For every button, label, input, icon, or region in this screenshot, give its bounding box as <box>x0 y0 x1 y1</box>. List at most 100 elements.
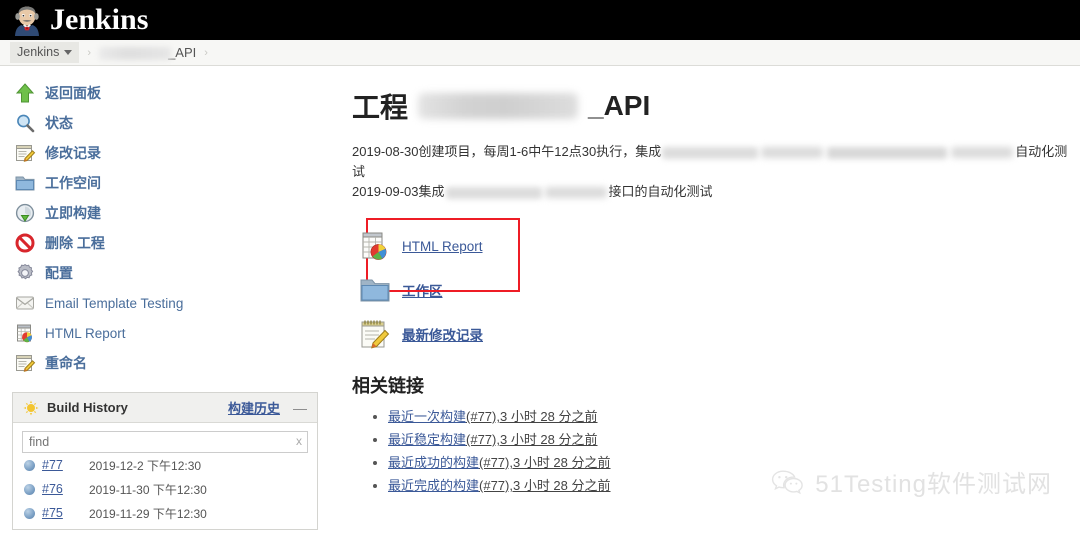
related-link[interactable]: 最近成功的构建 <box>388 455 479 470</box>
related-link[interactable]: 最近完成的构建 <box>388 478 479 493</box>
page-title-suffix: _API <box>588 90 651 121</box>
sidebar-item-label: 状态 <box>45 115 73 131</box>
build-history-header: Build History 构建历史 — <box>13 393 317 423</box>
sidebar-item-label: 立即构建 <box>45 205 101 221</box>
build-date: 2019-12-2 下午12:30 <box>89 458 202 473</box>
page-title-prefix: 工程 <box>352 92 409 123</box>
build-status-ball-icon <box>24 483 35 495</box>
build-number-link[interactable]: #77 <box>42 458 82 472</box>
html-report-icon <box>358 229 392 263</box>
sidebar-item-build-now[interactable]: 立即构建 <box>0 198 330 228</box>
redacted-project-name <box>99 47 172 61</box>
sidebar-item-status[interactable]: 状态 <box>0 108 330 138</box>
action-recent-changes[interactable]: 最新修改记录 <box>358 312 1080 356</box>
sidebar-item-label: 重命名 <box>45 355 87 371</box>
chevron-down-icon[interactable] <box>64 49 73 55</box>
sidebar-item-label: HTML Report <box>45 325 126 341</box>
sidebar-item-label: 返回面板 <box>45 85 101 101</box>
folder-icon <box>358 273 392 307</box>
breadcrumb-item-jenkins[interactable]: Jenkins <box>10 42 80 63</box>
sun-icon <box>23 400 39 416</box>
related-link[interactable]: 最近一次构建 <box>388 409 466 424</box>
redacted-text <box>662 146 759 159</box>
build-status-ball-icon <box>24 507 35 519</box>
list-item[interactable]: 最近稳定构建(#77),3 小时 28 分之前 <box>388 429 1080 448</box>
build-date: 2019-11-30 下午12:30 <box>89 482 207 497</box>
breadcrumb-project-suffix: _API <box>168 44 197 60</box>
redacted-text <box>445 186 542 199</box>
sidebar-item-changes[interactable]: 修改记录 <box>0 138 330 168</box>
build-now-icon <box>14 202 36 224</box>
page-title: 工程 _API <box>352 86 1080 126</box>
redacted-text <box>761 147 824 159</box>
brand-title: Jenkins <box>50 3 149 36</box>
breadcrumb-item-project[interactable]: _API <box>99 44 197 61</box>
wechat-icon <box>772 469 804 494</box>
collapse-icon[interactable]: — <box>293 400 307 416</box>
top-header-bar: Jenkins <box>0 0 1080 40</box>
build-history-panel: Build History 构建历史 — x #77 2019-12-2 下午1… <box>12 392 318 530</box>
redacted-project-name <box>418 93 579 119</box>
gear-icon <box>14 262 36 284</box>
build-date: 2019-11-29 下午12:30 <box>89 506 207 521</box>
jenkins-butler-icon <box>15 6 39 36</box>
list-item[interactable]: 最近一次构建(#77),3 小时 28 分之前 <box>388 406 1080 425</box>
description-text: 2019-09-03集成 <box>352 184 445 199</box>
build-history-title-cn-link[interactable]: 构建历史 <box>228 398 280 417</box>
related-link-meta: (#77),3 小时 28 分之前 <box>479 478 611 493</box>
action-html-report[interactable]: HTML Report <box>358 218 1080 292</box>
sidebar-item-rename[interactable]: 重命名 <box>0 348 330 378</box>
sidebar-item-label: Email Template Testing <box>45 295 184 311</box>
related-link[interactable]: 最近稳定构建 <box>388 432 466 447</box>
sidebar-item-label: 工作空间 <box>45 175 101 191</box>
project-description: 2019-08-30创建项目，每周1-6中午12点30执行，集成 自动化测试 20… <box>352 142 1080 202</box>
notepad-pencil-icon <box>14 352 36 374</box>
build-history-body: x #77 2019-12-2 下午12:30 #76 2019-11-30 下… <box>13 423 317 529</box>
sidebar-item-back-to-dashboard[interactable]: 返回面板 <box>0 78 330 108</box>
description-text: 接口的自动化测试 <box>608 184 713 199</box>
delete-forbidden-icon <box>14 232 36 254</box>
build-search-wrapper: x <box>22 431 308 453</box>
folder-icon <box>14 172 36 194</box>
html-report-icon <box>14 322 36 344</box>
notepad-pencil-icon <box>358 317 392 351</box>
up-arrow-icon <box>14 82 36 104</box>
action-label[interactable]: HTML Report <box>402 239 483 254</box>
description-text: 2019-08-30创建项目，每周1-6中午12点30执行，集成 <box>352 144 662 159</box>
main-content: 工程 _API 2019-08-30创建项目，每周1-6中午12点30执行，集成… <box>330 66 1080 533</box>
action-workspace[interactable]: 工作区 <box>358 268 1080 312</box>
action-label[interactable]: 工作区 <box>402 280 443 300</box>
build-history-row[interactable]: #76 2019-11-30 下午12:30 <box>22 477 308 501</box>
breadcrumb-separator: › <box>87 46 92 59</box>
description-line: 2019-08-30创建项目，每周1-6中午12点30执行，集成 自动化测试 <box>352 142 1080 182</box>
build-number-link[interactable]: #76 <box>42 482 82 496</box>
sidebar: 返回面板 状态 修改记录 工作空间 立即构建 删除 工程 配置 Email Te… <box>0 66 330 533</box>
sidebar-item-html-report[interactable]: HTML Report <box>0 318 330 348</box>
redacted-text <box>827 146 948 159</box>
description-line: 2019-09-03集成 接口的自动化测试 <box>352 182 1080 202</box>
action-label[interactable]: 最新修改记录 <box>402 324 483 344</box>
breadcrumb-root-label: Jenkins <box>17 45 60 59</box>
sidebar-item-email-template-testing[interactable]: Email Template Testing <box>0 288 330 318</box>
build-history-row[interactable]: #75 2019-11-29 下午12:30 <box>22 501 308 525</box>
build-history-row[interactable]: #77 2019-12-2 下午12:30 <box>22 453 308 477</box>
build-number-link[interactable]: #75 <box>42 506 82 520</box>
watermark: 51Testing软件测试网 <box>771 464 1052 499</box>
related-link-meta: (#77),3 小时 28 分之前 <box>466 432 598 447</box>
page-body: 返回面板 状态 修改记录 工作空间 立即构建 删除 工程 配置 Email Te… <box>0 66 1080 533</box>
jenkins-logo[interactable]: Jenkins <box>12 4 148 36</box>
notepad-pencil-icon <box>14 142 36 164</box>
sidebar-item-label: 删除 工程 <box>45 235 105 251</box>
build-history-title: Build History <box>47 400 128 415</box>
envelope-icon <box>14 292 36 314</box>
sidebar-item-workspace[interactable]: 工作空间 <box>0 168 330 198</box>
clear-search-icon[interactable]: x <box>296 434 302 448</box>
sidebar-item-label: 修改记录 <box>45 145 101 161</box>
magnifier-icon <box>14 112 36 134</box>
build-status-ball-icon <box>24 459 35 471</box>
sidebar-item-configure[interactable]: 配置 <box>0 258 330 288</box>
sidebar-item-delete-project[interactable]: 删除 工程 <box>0 228 330 258</box>
breadcrumb: Jenkins › _API › <box>0 40 1080 66</box>
search-input[interactable] <box>22 431 308 453</box>
related-link-meta: (#77),3 小时 28 分之前 <box>466 409 598 424</box>
